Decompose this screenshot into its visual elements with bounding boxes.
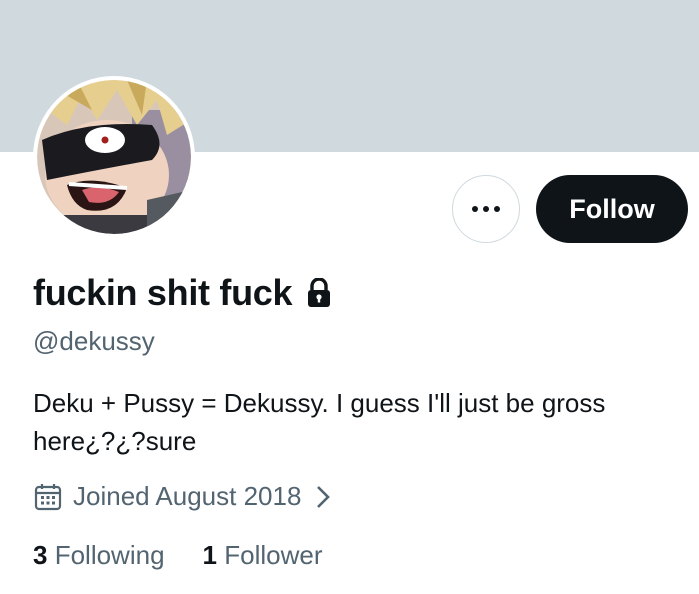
calendar-icon: [34, 483, 62, 510]
following-count: 3: [33, 540, 48, 570]
followers-count: 1: [202, 540, 217, 570]
joined-label: Joined August 2018: [73, 481, 302, 511]
followers-stat[interactable]: 1 Follower: [203, 540, 323, 571]
more-horizontal-icon: [472, 206, 500, 212]
follow-stats: 3 Following 1 Follower: [33, 540, 322, 571]
profile-bio: Deku + Pussy = Dekussy. I guess I'll jus…: [33, 388, 606, 456]
joined-date[interactable]: Joined August 2018: [33, 481, 333, 512]
following-stat[interactable]: 3 Following: [33, 540, 165, 571]
followers-label: Follower: [224, 540, 323, 570]
lock-icon: [308, 278, 331, 307]
chevron-right-icon: [317, 485, 331, 508]
more-options-button[interactable]: [452, 175, 520, 243]
display-name: fuckin shit fuck: [33, 272, 293, 313]
avatar-image: [37, 80, 191, 234]
avatar[interactable]: [33, 76, 195, 238]
display-name-row: fuckin shit fuck: [33, 272, 332, 314]
follow-button[interactable]: Follow: [536, 175, 688, 243]
following-label: Following: [54, 540, 165, 570]
profile-handle: @dekussy: [33, 326, 155, 356]
